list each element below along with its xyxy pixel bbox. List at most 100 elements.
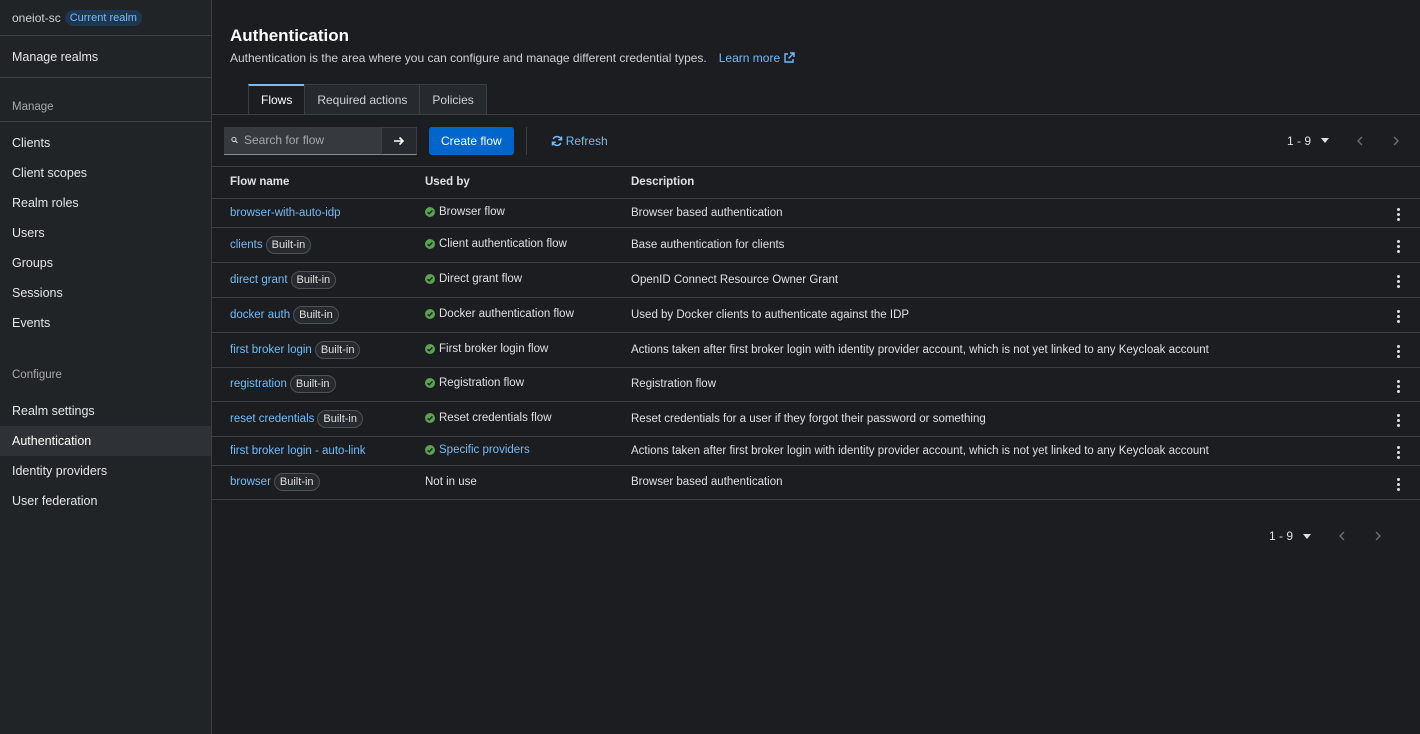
used-by-label: Client authentication flow [439,237,567,250]
table-row: registration Built-in Registration flow Reg… [212,367,1420,402]
used-by-label: Docker authentication flow [439,307,574,320]
realm-selector[interactable]: oneiot-sc Current realm [0,0,211,36]
previous-page-button[interactable] [1355,136,1365,146]
used-by-label: Reset credentials flow [439,411,552,424]
row-actions-kebab-icon[interactable] [1391,476,1406,493]
row-actions-kebab-icon[interactable] [1391,378,1406,395]
flow-name-link[interactable]: docker auth [230,309,290,321]
flow-name-link[interactable]: registration [230,378,287,390]
flow-name-link[interactable]: direct grant [230,274,288,286]
nav-groups[interactable]: Groups [0,248,211,278]
table-row: first broker login Built-in First broker l… [212,332,1420,368]
refresh-label: Refresh [565,133,608,148]
caret-down-icon [1321,138,1330,143]
used-by-label: Not in use [425,476,477,488]
flow-name-link[interactable]: browser [230,476,271,488]
cell-used-by: Direct grant flow [425,262,631,298]
row-actions-kebab-icon[interactable] [1391,273,1406,290]
cell-flow-name: first broker login - auto-link [212,436,425,466]
flow-name-link[interactable]: first broker login - auto-link [230,445,366,457]
row-actions-kebab-icon[interactable] [1391,238,1406,255]
cell-flow-name: browser-with-auto-idp [212,198,425,228]
kebab-dot [1396,275,1400,278]
table-row: direct grant Built-in Direct grant flow Ope… [212,262,1420,298]
nav-user-federation[interactable]: User federation [0,486,211,516]
check-circle-icon [425,238,435,249]
nav-realm-settings[interactable]: Realm settings [0,396,211,426]
cell-used-by: Not in use [425,465,631,500]
sidebar: oneiot-sc Current realm Manage realms Ma… [0,0,212,734]
toolbar: Create flow Refresh 1 - 9 [212,115,1420,167]
table-row: browser Built-in Not in use Browser based a… [212,465,1420,500]
cell-description: Reset credentials for a user if they for… [631,401,1376,437]
cell-actions [1376,367,1420,402]
tab-policies[interactable]: Policies [419,84,487,114]
cell-flow-name: browser Built-in [212,465,425,500]
nav-sessions[interactable]: Sessions [0,278,211,308]
kebab-dot [1396,477,1400,481]
previous-page-button-bottom[interactable] [1337,531,1347,541]
search-box [224,126,381,155]
nav-identity-providers[interactable]: Identity providers [0,456,211,486]
nav-manage-realms[interactable]: Manage realms [0,36,211,78]
used-by-status[interactable]: Specific providers [425,444,530,456]
built-in-badge: Built-in [289,375,336,393]
cell-used-by: Browser flow [425,198,631,228]
flow-name-link[interactable]: browser-with-auto-idp [230,207,341,219]
built-in-badge: Built-in [290,270,337,289]
nav-events[interactable]: Events [0,308,211,338]
flow-name-link[interactable]: first broker login [230,344,312,356]
flow-name-link[interactable]: clients [230,239,263,251]
cell-description: OpenID Connect Resource Owner Grant [631,262,1376,298]
tab-required-actions[interactable]: Required actions [304,84,421,114]
kebab-dot [1396,482,1400,486]
column-header-used-by[interactable]: Used by [425,167,631,199]
learn-more-link[interactable]: Learn more [719,51,795,65]
table-header-row: Flow name Used by Description [212,167,1420,199]
row-actions-kebab-icon[interactable] [1391,412,1406,429]
nav-client-scopes[interactable]: Client scopes [0,158,211,188]
row-actions-kebab-icon[interactable] [1391,206,1406,223]
tab-flows[interactable]: Flows [248,84,306,114]
row-actions-kebab-icon[interactable] [1391,343,1406,360]
cell-used-by: Specific providers [425,436,631,466]
tab-bar: Flows Required actions Policies [212,84,1420,115]
check-circle-icon [425,444,435,455]
kebab-dot [1396,218,1400,221]
create-flow-button[interactable]: Create flow [429,126,514,155]
kebab-dot [1396,384,1400,388]
nav-realm-roles[interactable]: Realm roles [0,188,211,218]
used-by-status: Not in use [425,476,477,488]
refresh-button[interactable]: Refresh [551,134,608,148]
next-page-button-bottom[interactable] [1373,531,1383,541]
row-actions-kebab-icon[interactable] [1391,308,1406,325]
nav-users[interactable]: Users [0,218,211,248]
chevron-right-icon [1393,136,1400,145]
kebab-dot [1396,240,1400,243]
check-circle-icon [425,343,435,354]
row-actions-kebab-icon[interactable] [1391,444,1406,461]
flow-name-link[interactable]: reset credentials [230,413,314,425]
cell-used-by: Docker authentication flow [425,297,631,333]
used-by-label: First broker login flow [439,342,549,355]
cell-used-by: Reset credentials flow [425,401,631,437]
cell-actions [1376,436,1420,466]
main-content: Authentication Authentication is the are… [212,0,1420,734]
search-submit-button[interactable] [381,126,417,155]
search-input[interactable] [244,133,374,147]
column-header-flow-name[interactable]: Flow name [212,167,425,199]
kebab-dot [1396,424,1400,427]
kebab-dot [1396,320,1400,323]
check-circle-icon [425,378,435,388]
next-page-button[interactable] [1391,136,1401,146]
built-in-badge: Built-in [314,340,361,359]
cell-description: Actions taken after first broker login w… [631,332,1376,368]
used-by-label: Specific providers [439,443,530,456]
kebab-dot [1396,419,1400,422]
nav-authentication[interactable]: Authentication [0,426,211,456]
pagination-toggle-bottom[interactable]: 1 - 9 [1269,529,1312,543]
built-in-badge: Built-in [293,305,339,324]
nav-clients[interactable]: Clients [0,128,211,158]
column-header-description[interactable]: Description [631,167,1376,199]
pagination-toggle-top[interactable]: 1 - 9 [1287,134,1330,148]
